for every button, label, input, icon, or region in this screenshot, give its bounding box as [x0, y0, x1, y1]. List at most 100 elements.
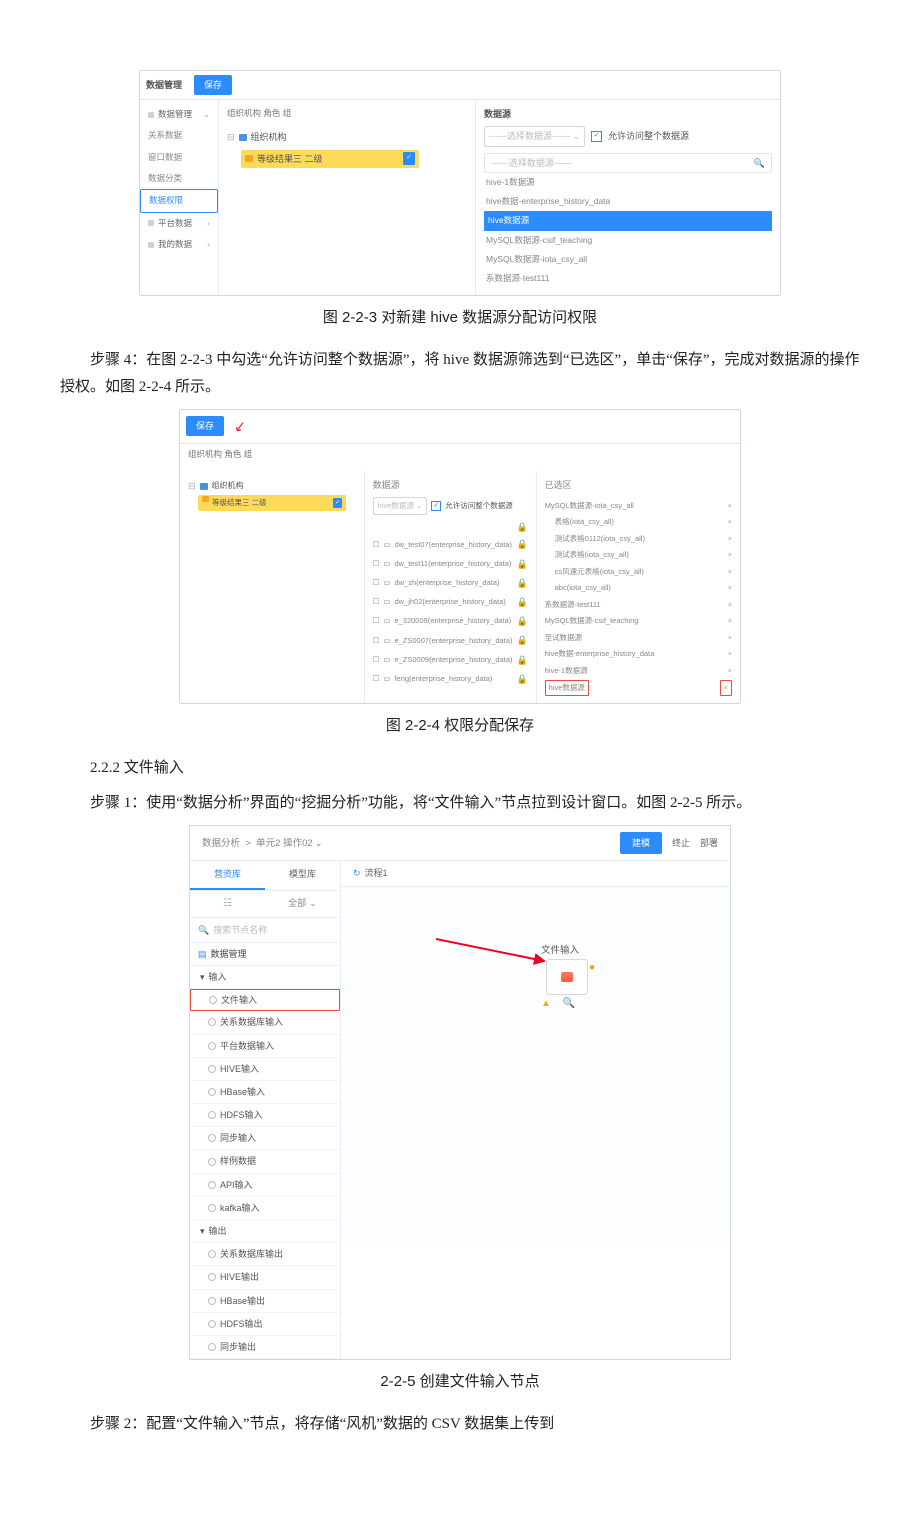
- folder-icon: [239, 134, 247, 141]
- node-hive-output[interactable]: HIVE输出: [190, 1266, 340, 1289]
- list-item[interactable]: ☐▭e_ZS0007(enterprise_history_data)🔒: [373, 631, 528, 650]
- list-item[interactable]: hive数据源: [484, 211, 772, 230]
- sel-item[interactable]: 系数据源-test111×: [545, 596, 732, 613]
- sel-item[interactable]: abc(iota_csy_all)×: [545, 580, 732, 597]
- arrow-annotation: ↙: [232, 413, 248, 440]
- clear-button[interactable]: 终止: [672, 835, 690, 851]
- list-item[interactable]: ☐▭e_320009(enterprise_history_data)🔒: [373, 612, 528, 631]
- ds-select[interactable]: ------选择数据源------ ⌄: [484, 126, 585, 146]
- close-icon[interactable]: ×: [728, 614, 732, 628]
- sidebar-item-perm[interactable]: 数据权限: [140, 189, 218, 212]
- para-step1: 步骤 1：使用“数据分析”界面的“挖掘分析”功能，将“文件输入”节点拉到设计窗口…: [60, 790, 860, 817]
- bc-current[interactable]: 单元2 操作02 ⌄: [256, 835, 322, 852]
- close-icon[interactable]: ×: [728, 565, 732, 579]
- fig224-save-button[interactable]: 保存: [186, 416, 224, 436]
- sidebar-item-win[interactable]: 窗口数据: [140, 147, 218, 168]
- struct-icon: ☷: [223, 895, 232, 913]
- fig225-caption: 2-2-5 创建文件输入节点: [60, 1368, 860, 1395]
- sel-item[interactable]: 表格(iota_csy_all)×: [545, 514, 732, 531]
- fig-225-screenshot: 数据分析 > 单元2 操作02 ⌄ 建模 终止 部署 营资库 模型库 ☷ 全部⌄…: [189, 825, 731, 1360]
- node-plat-input[interactable]: 平台数据输入: [190, 1035, 340, 1058]
- list-item[interactable]: ☐▭dw_test07(enterprise_history_data)🔒: [373, 535, 528, 554]
- node-hbase-output[interactable]: HBase输出: [190, 1290, 340, 1313]
- lock-icon: 🔒: [516, 613, 527, 629]
- sel-item-highlight[interactable]: hive数据源×: [545, 679, 732, 698]
- node-sample-input[interactable]: 样例数据: [190, 1150, 340, 1173]
- group-input[interactable]: ▾输入: [190, 966, 340, 989]
- group-output[interactable]: ▾输出: [190, 1220, 340, 1243]
- sidebar-item-cls[interactable]: 数据分类: [140, 168, 218, 189]
- sel-item[interactable]: 测试表格0112(iota_csy_all)×: [545, 530, 732, 547]
- sel-item[interactable]: 至试数据源×: [545, 629, 732, 646]
- node-search[interactable]: 🔍搜索节点名称: [190, 918, 340, 943]
- list-item[interactable]: MySQL数据源-iota_csy_all: [484, 250, 772, 269]
- close-icon[interactable]: ×: [728, 581, 732, 595]
- node-api-input[interactable]: API输入: [190, 1174, 340, 1197]
- tree-child[interactable]: 等级结果三 二级✓: [227, 148, 467, 170]
- run-button[interactable]: 建模: [620, 832, 662, 854]
- node-kafka-input[interactable]: kafka输入: [190, 1197, 340, 1220]
- list-item[interactable]: 系数据源-test111: [484, 269, 772, 288]
- tree-child[interactable]: 等级结果三 二级✓: [198, 495, 346, 511]
- node-hive-input[interactable]: HIVE输入: [190, 1058, 340, 1081]
- list-item[interactable]: hive数据-enterprise_history_data: [484, 192, 772, 211]
- node-hbase-input[interactable]: HBase输入: [190, 1081, 340, 1104]
- allow-checkbox[interactable]: ✓: [431, 501, 441, 511]
- allow-checkbox[interactable]: ✓: [591, 131, 602, 142]
- list-item[interactable]: ☐▭dw_zh(enterprise_history_data)🔒: [373, 573, 528, 592]
- sel-item[interactable]: MySQL数据源-iota_csy_all×: [545, 497, 732, 514]
- list-item[interactable]: ☐▭e_ZS0009(enterprise_history_data)🔒: [373, 650, 528, 669]
- tab-library[interactable]: 营资库: [190, 861, 265, 889]
- node-sync-output[interactable]: 同步输出: [190, 1336, 340, 1359]
- close-icon[interactable]: ×: [728, 598, 732, 612]
- list-item[interactable]: ☐▭feng(enterprise_history_data)🔒: [373, 669, 528, 688]
- list-item[interactable]: MySQL数据源-csif_teaching: [484, 231, 772, 250]
- node-hdfs-output[interactable]: HDFS输出: [190, 1313, 340, 1336]
- sidebar-item-data-mgmt[interactable]: 数据管理⌄: [140, 104, 218, 125]
- node-rdb-input[interactable]: 关系数据库输入: [190, 1011, 340, 1034]
- close-icon[interactable]: ×: [728, 499, 732, 513]
- node-hdfs-input[interactable]: HDFS输入: [190, 1104, 340, 1127]
- chevron-right-icon: ›: [207, 216, 210, 231]
- close-icon[interactable]: ×: [728, 532, 732, 546]
- list-item[interactable]: ☐▭dw_test11(enterprise_history_data)🔒: [373, 554, 528, 573]
- mid-select[interactable]: hive数据源 ⌄: [373, 497, 428, 515]
- node-rdb-output[interactable]: 关系数据库输出: [190, 1243, 340, 1266]
- ds-search[interactable]: ------选择数据源------🔍: [484, 153, 772, 173]
- tree-root[interactable]: ⊟组织机构: [227, 127, 467, 147]
- sel-item[interactable]: MySQL数据源-csif_teaching×: [545, 613, 732, 630]
- filter-icon-cell[interactable]: ☷: [190, 891, 265, 917]
- node-sync-input[interactable]: 同步输入: [190, 1127, 340, 1150]
- cat-datamgmt[interactable]: ▤数据管理: [190, 943, 340, 966]
- fig224-crumb: 组织机构 角色 组: [180, 444, 740, 465]
- close-icon[interactable]: ×: [728, 664, 732, 678]
- sidebar-item-plat[interactable]: 平台数据›: [140, 213, 218, 234]
- sel-item[interactable]: cs风速元表格(iota_csy_all)×: [545, 563, 732, 580]
- canvas-node[interactable]: [546, 959, 588, 995]
- list-item[interactable]: hive-1数据源: [484, 173, 772, 192]
- filter-select[interactable]: 全部⌄: [265, 891, 340, 917]
- deploy-button[interactable]: 部署: [700, 835, 718, 851]
- search-icon[interactable]: 🔍: [563, 995, 575, 1013]
- close-icon[interactable]: ×: [728, 647, 732, 661]
- sidebar-item-my[interactable]: 我的数据›: [140, 234, 218, 255]
- search-icon: 🔍: [198, 922, 209, 938]
- node-file-input[interactable]: 文件输入: [190, 989, 340, 1011]
- sel-item[interactable]: 测试表格(iota_csy_all)×: [545, 547, 732, 564]
- close-icon[interactable]: ×: [728, 548, 732, 562]
- workspace[interactable]: 文件输入 ● ▲ 🔍: [341, 887, 730, 1247]
- sel-item[interactable]: hive-1数据源×: [545, 662, 732, 679]
- list-item[interactable]: ☐▭dw_jh02(enterprise_history_data)🔒: [373, 592, 528, 611]
- warning-icon[interactable]: ▲: [541, 995, 551, 1013]
- grid-icon: [148, 242, 154, 248]
- close-icon[interactable]: ×: [720, 680, 732, 696]
- sel-item[interactable]: hive数据-enterprise_history_data×: [545, 646, 732, 663]
- flow-tab[interactable]: ↻流程1: [341, 861, 730, 886]
- close-icon[interactable]: ×: [728, 515, 732, 529]
- fig223-save-button[interactable]: 保存: [194, 75, 232, 95]
- bc-root[interactable]: 数据分析: [202, 838, 240, 849]
- sidebar-item-rel[interactable]: 关系数据: [140, 125, 218, 146]
- fig224-caption: 图 2-2-4 权限分配保存: [60, 712, 860, 739]
- close-icon[interactable]: ×: [728, 631, 732, 645]
- tab-model[interactable]: 模型库: [265, 861, 340, 889]
